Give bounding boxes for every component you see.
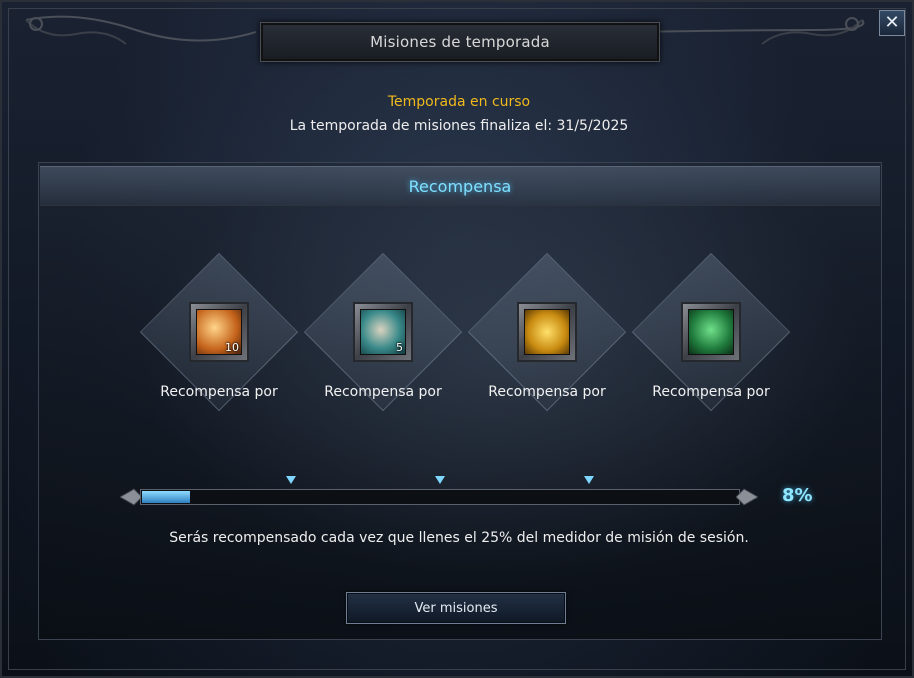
reward-icon-frame[interactable]: 5 [353, 302, 413, 362]
close-icon: ✕ [884, 12, 900, 33]
progress-marker-2 [435, 476, 445, 484]
progress-fill [142, 491, 190, 503]
gift-box-icon [688, 309, 734, 355]
reward-slot-2[interactable]: 5 Recompensa por [298, 252, 468, 422]
progress-marker-1 [286, 476, 296, 484]
reward-header: Recompensa [40, 166, 880, 206]
reward-icon-frame[interactable] [681, 302, 741, 362]
reward-label: Recompensa por [160, 384, 278, 400]
reward-icon-frame[interactable]: 10 [189, 302, 249, 362]
scroll-icon: 5 [360, 309, 406, 355]
reward-slot-1[interactable]: 10 Recompensa por [134, 252, 304, 422]
view-missions-button[interactable]: Ver misiones [346, 592, 566, 624]
reward-label: Recompensa por [488, 384, 606, 400]
progress-percent: 8% [782, 485, 813, 506]
season-missions-window: Misiones de temporada ✕ Temporada en cur… [0, 0, 914, 678]
reward-label: Recompensa por [324, 384, 442, 400]
season-status: Temporada en curso [387, 94, 531, 110]
title-bar: Misiones de temporada [260, 22, 660, 62]
window-title: Misiones de temporada [370, 33, 550, 51]
reward-label: Recompensa por [652, 384, 770, 400]
scroll-bundle-icon: 10 [196, 309, 242, 355]
reward-header-label: Recompensa [408, 176, 512, 196]
reward-icon-frame[interactable] [517, 302, 577, 362]
progress-marker-3 [584, 476, 594, 484]
reward-count: 5 [396, 341, 403, 354]
reward-count: 10 [225, 341, 239, 354]
progress-track [140, 489, 740, 505]
season-end-date: La temporada de misiones finaliza el: 31… [289, 118, 629, 134]
progress-right-cap [736, 488, 758, 506]
left-ornament-decoration [25, 15, 256, 45]
reward-slot-4[interactable]: Recompensa por [626, 252, 796, 422]
right-ornament-decoration [632, 17, 865, 45]
reward-slot-3[interactable]: Recompensa por [462, 252, 632, 422]
gold-medal-icon [524, 309, 570, 355]
progress-info-text: Serás recompensado cada vez que llenes e… [169, 530, 749, 546]
progress-left-cap [120, 488, 142, 506]
close-button[interactable]: ✕ [879, 10, 905, 36]
